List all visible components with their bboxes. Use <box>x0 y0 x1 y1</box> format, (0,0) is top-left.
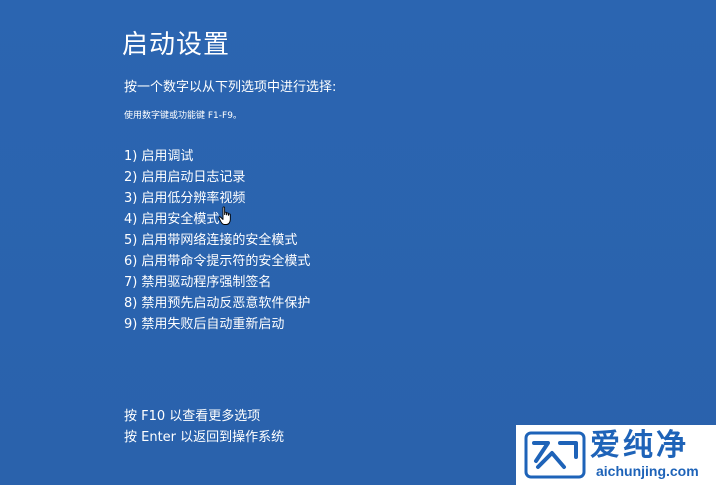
option-label: 启用调试 <box>141 149 194 164</box>
option-7-disable-driver-signature[interactable]: 7) 禁用驱动程序强制签名 <box>124 272 310 293</box>
option-label: 启用启动日志记录 <box>141 170 246 185</box>
option-number: 9) <box>124 317 138 332</box>
option-label: 启用安全模式 <box>141 212 220 227</box>
option-number: 6) <box>124 254 138 269</box>
option-label: 禁用预先启动反恶意软件保护 <box>141 296 311 311</box>
option-number: 8) <box>124 296 138 311</box>
option-label: 启用带命令提示符的安全模式 <box>141 254 311 269</box>
boot-settings-screen: 启动设置 按一个数字以从下列选项中进行选择: 使用数字键或功能键 F1-F9。 … <box>0 0 716 485</box>
watermark: 爱纯净 aichunjing.com <box>516 425 716 485</box>
aichunjing-logo-icon <box>524 431 586 479</box>
option-number: 1) <box>124 149 138 164</box>
watermark-brand-name: 爱纯净 <box>590 428 689 463</box>
startup-options-list: 1) 启用调试 2) 启用启动日志记录 3) 启用低分辨率视频 4) 启用安全模式 5)… <box>124 146 310 335</box>
page-title: 启动设置 <box>122 30 231 60</box>
more-options-hint: 按 F10 以查看更多选项 <box>124 409 261 424</box>
option-number: 2) <box>124 170 138 185</box>
option-8-disable-early-launch-antimalware[interactable]: 8) 禁用预先启动反恶意软件保护 <box>124 293 310 314</box>
option-number: 5) <box>124 233 138 248</box>
option-label: 禁用驱动程序强制签名 <box>141 275 272 290</box>
return-to-os-hint: 按 Enter 以返回到操作系统 <box>124 430 285 445</box>
instruction-text: 按一个数字以从下列选项中进行选择: <box>124 80 337 95</box>
option-number: 7) <box>124 275 138 290</box>
option-number: 4) <box>124 212 138 227</box>
option-label: 启用带网络连接的安全模式 <box>141 233 298 248</box>
option-label: 禁用失败后自动重新启动 <box>141 317 285 332</box>
option-5-safe-mode-networking[interactable]: 5) 启用带网络连接的安全模式 <box>124 230 310 251</box>
hand-pointer-icon <box>218 206 231 225</box>
key-hint-text: 使用数字键或功能键 F1-F9。 <box>124 111 242 121</box>
option-1-enable-debugging[interactable]: 1) 启用调试 <box>124 146 310 167</box>
option-6-safe-mode-command-prompt[interactable]: 6) 启用带命令提示符的安全模式 <box>124 251 310 272</box>
option-2-enable-boot-logging[interactable]: 2) 启用启动日志记录 <box>124 167 310 188</box>
option-9-disable-auto-restart[interactable]: 9) 禁用失败后自动重新启动 <box>124 314 310 335</box>
option-number: 3) <box>124 191 138 206</box>
option-label: 启用低分辨率视频 <box>141 191 246 206</box>
footer-instructions: 按 F10 以查看更多选项 按 Enter 以返回到操作系统 <box>124 406 284 448</box>
watermark-url: aichunjing.com <box>596 463 699 479</box>
